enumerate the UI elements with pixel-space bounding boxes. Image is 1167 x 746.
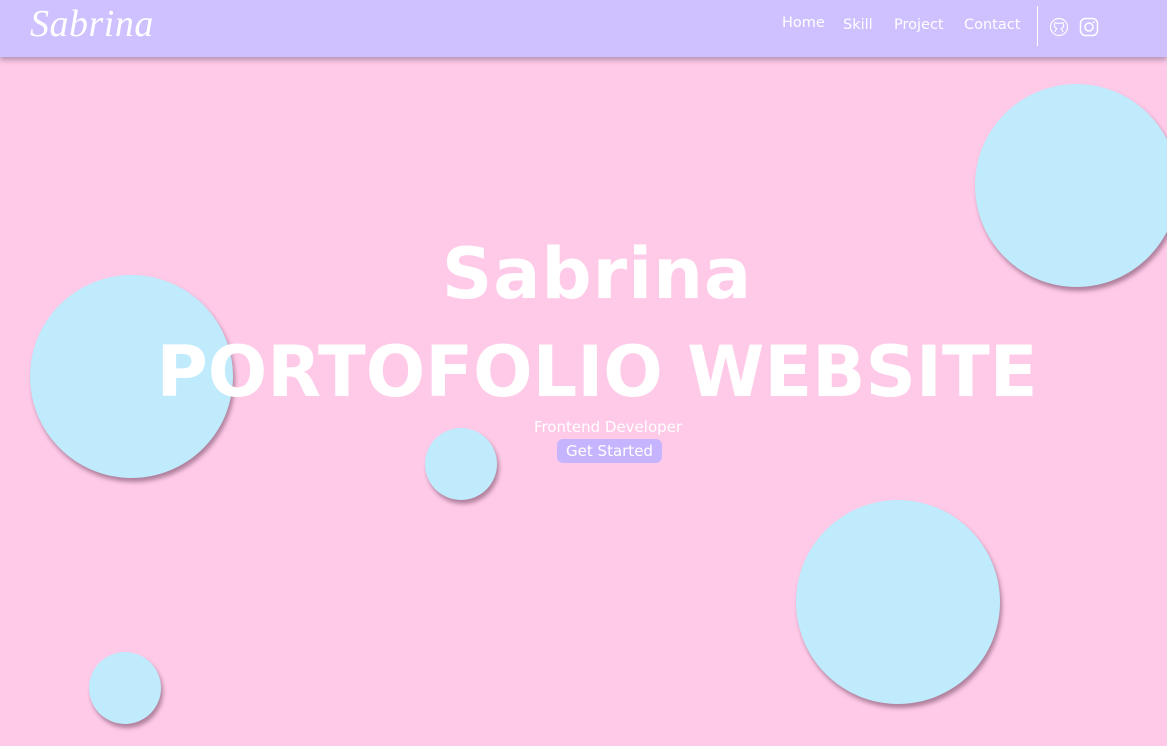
navbar: Sabrina Home Skill Project Contact [0, 0, 1167, 57]
hero-role: Frontend Developer [533, 418, 683, 436]
hero-name: Sabrina [441, 233, 753, 315]
decorative-bubble [425, 428, 497, 500]
logo[interactable]: Sabrina [30, 2, 154, 46]
nav-link-contact[interactable]: Contact [964, 17, 1020, 33]
decorative-bubble [89, 652, 161, 724]
hero-title: PORTOFOLIO WEBSITE [156, 331, 1038, 413]
nav-link-project[interactable]: Project [894, 17, 944, 33]
github-icon[interactable] [1049, 17, 1069, 37]
nav-link-skill[interactable]: Skill [843, 17, 873, 33]
nav-link-home[interactable]: Home [782, 15, 825, 31]
nav-divider [1037, 6, 1038, 46]
instagram-icon[interactable] [1079, 17, 1099, 37]
get-started-button[interactable]: Get Started [557, 439, 662, 463]
decorative-bubble [796, 500, 1000, 704]
